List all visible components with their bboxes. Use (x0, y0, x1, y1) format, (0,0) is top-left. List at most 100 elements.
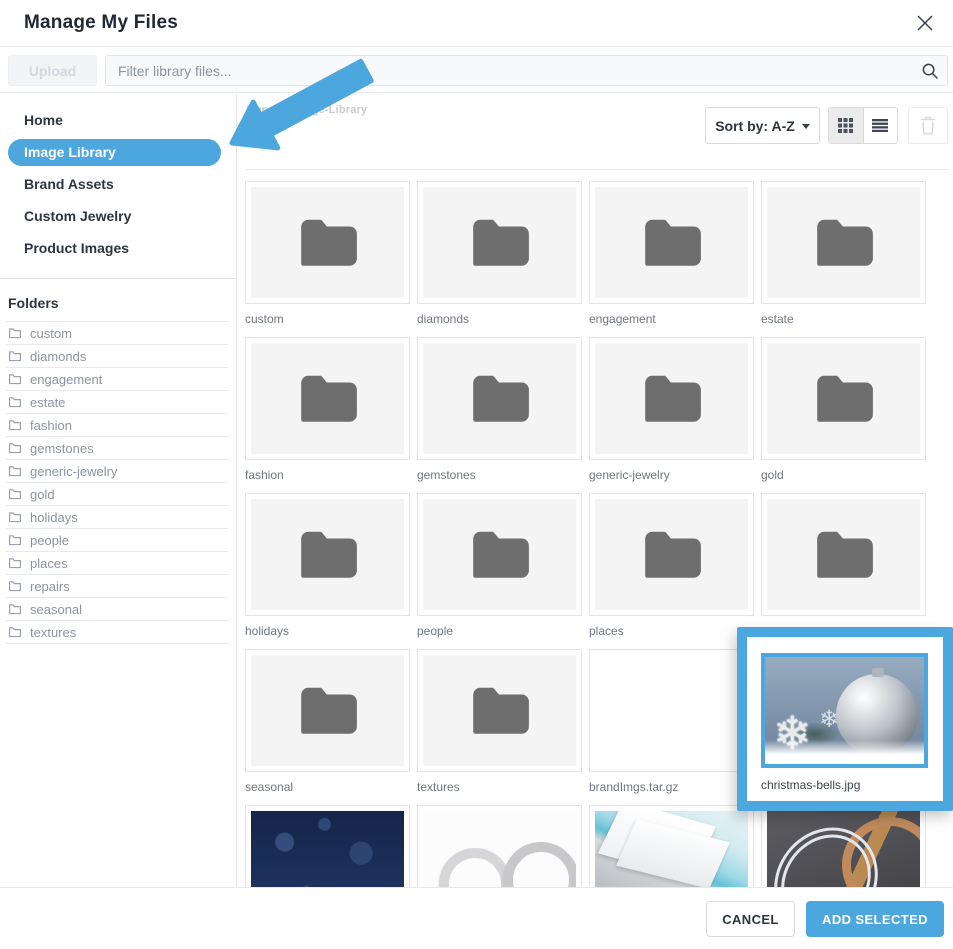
christmas-bells-thumbnail: ❄ ❄ (761, 653, 928, 768)
sidebar-folder-people[interactable]: people (6, 529, 228, 552)
file-browser-content: Manage-Image-Library Sort by: A-Z custom… (238, 94, 953, 887)
grid-item-brandImgs.tar.gz[interactable]: brandImgs.tar.gz (589, 649, 754, 794)
search-icon (921, 62, 939, 80)
sort-by-label: Sort by: A-Z (715, 118, 795, 134)
add-selected-button[interactable]: ADD SELECTED (806, 901, 944, 937)
grid-item-textures[interactable]: textures (417, 649, 582, 794)
folder-solid-icon (811, 372, 877, 426)
grid-item-label: people (417, 624, 582, 638)
folder-name: engagement (30, 368, 102, 391)
sidebar-item-image-library[interactable]: Image Library (8, 139, 221, 166)
grid-item-gemstones[interactable]: gemstones (417, 337, 582, 482)
folder-tile (417, 493, 582, 616)
grid-item-holidays[interactable]: holidays (245, 493, 410, 638)
sidebar-folder-holidays[interactable]: holidays (6, 506, 228, 529)
folder-name: places (30, 552, 68, 575)
folder-outline-icon (8, 327, 22, 339)
filter-input[interactable] (105, 55, 948, 86)
folder-outline-icon (8, 442, 22, 454)
folder-solid-icon (811, 528, 877, 582)
grid-item-diamonds[interactable]: diamonds (417, 181, 582, 326)
folder-solid-icon (295, 216, 361, 270)
sidebar-item-brand-assets[interactable]: Brand Assets (0, 168, 236, 200)
folder-solid-icon (295, 528, 361, 582)
delete-button[interactable] (908, 107, 948, 144)
grid-item[interactable] (417, 805, 582, 887)
folder-outline-icon (8, 373, 22, 385)
folder-name: seasonal (30, 598, 82, 621)
grid-item-seasonal[interactable]: seasonal (245, 649, 410, 794)
sidebar-item-product-images[interactable]: Product Images (0, 232, 236, 264)
folder-tile (761, 181, 926, 304)
folder-outline-icon (8, 603, 22, 615)
list-view-icon (872, 119, 888, 132)
sidebar-folder-generic-jewelry[interactable]: generic-jewelry (6, 460, 228, 483)
dialog-header: Manage My Files (0, 0, 953, 47)
breadcrumb: Manage-Image-Library (246, 104, 367, 116)
folder-outline-icon (8, 465, 22, 477)
sidebar-folder-gemstones[interactable]: gemstones (6, 437, 228, 460)
grid-item-places[interactable]: places (589, 493, 754, 638)
sidebar-folder-custom[interactable]: custom (6, 322, 228, 345)
grid-item-gold[interactable]: gold (761, 337, 926, 482)
grid-item-label: diamonds (417, 312, 582, 326)
close-button[interactable] (912, 11, 938, 37)
sidebar-folder-engagement[interactable]: engagement (6, 368, 228, 391)
sidebar-folder-textures[interactable]: textures (6, 621, 228, 644)
grid-item-label: brandImgs.tar.gz (589, 780, 754, 794)
grid-item-label: estate (761, 312, 926, 326)
sidebar-folder-diamonds[interactable]: diamonds (6, 345, 228, 368)
grid-item[interactable] (589, 805, 754, 887)
grid-view-button[interactable] (829, 108, 863, 143)
chevron-down-icon (802, 124, 810, 129)
image-tile (245, 805, 410, 887)
selected-file-name: christmas-bells.jpg (761, 778, 860, 792)
grid-item[interactable] (245, 805, 410, 887)
sidebar-folder-fashion[interactable]: fashion (6, 414, 228, 437)
grid-item-fashion[interactable]: fashion (245, 337, 410, 482)
sidebar-folder-estate[interactable]: estate (6, 391, 228, 414)
folder-name: holidays (30, 506, 78, 529)
grid-item-label: engagement (589, 312, 754, 326)
grid-item-people[interactable]: people (417, 493, 582, 638)
folder-name: diamonds (30, 345, 86, 368)
sidebar-folder-gold[interactable]: gold (6, 483, 228, 506)
folder-name: fashion (30, 414, 72, 437)
grid-item-label: holidays (245, 624, 410, 638)
sidebar-nav: Home Image Library Brand Assets Custom J… (0, 94, 236, 264)
grid-item-estate[interactable]: estate (761, 181, 926, 326)
folder-solid-icon (295, 372, 361, 426)
image-tile (417, 805, 582, 887)
cancel-button[interactable]: CANCEL (706, 901, 795, 937)
folder-solid-icon (639, 372, 705, 426)
selected-card-inner: ❄ ❄ christmas-bells.jpg (747, 637, 943, 801)
sort-by-button[interactable]: Sort by: A-Z (705, 107, 820, 144)
folder-tile (761, 493, 926, 616)
folder-solid-icon (467, 372, 533, 426)
folder-solid-icon (467, 216, 533, 270)
grid-item[interactable] (761, 805, 926, 887)
folder-outline-icon (8, 396, 22, 408)
selected-file-card[interactable]: ❄ ❄ christmas-bells.jpg (737, 627, 953, 811)
folder-outline-icon (8, 488, 22, 500)
list-view-button[interactable] (863, 108, 898, 143)
grid-item-label: places (589, 624, 754, 638)
upload-button[interactable]: Upload (8, 55, 97, 86)
grid-item-custom[interactable]: custom (245, 181, 410, 326)
sidebar-item-home[interactable]: Home (0, 104, 236, 136)
folder-tile (589, 181, 754, 304)
grid-item-generic-jewelry[interactable]: generic-jewelry (589, 337, 754, 482)
grid-item-label: generic-jewelry (589, 468, 754, 482)
sidebar-folder-seasonal[interactable]: seasonal (6, 598, 228, 621)
sidebar-folder-places[interactable]: places (6, 552, 228, 575)
sidebar-item-custom-jewelry[interactable]: Custom Jewelry (0, 200, 236, 232)
image-tile (761, 805, 926, 887)
folder-outline-icon (8, 534, 22, 546)
folder-solid-icon (467, 684, 533, 738)
grid-item[interactable] (761, 493, 926, 638)
folder-name: gold (30, 483, 55, 506)
folder-outline-icon (8, 580, 22, 592)
sidebar: Home Image Library Brand Assets Custom J… (0, 94, 237, 887)
sidebar-folder-repairs[interactable]: repairs (6, 575, 228, 598)
grid-item-engagement[interactable]: engagement (589, 181, 754, 326)
